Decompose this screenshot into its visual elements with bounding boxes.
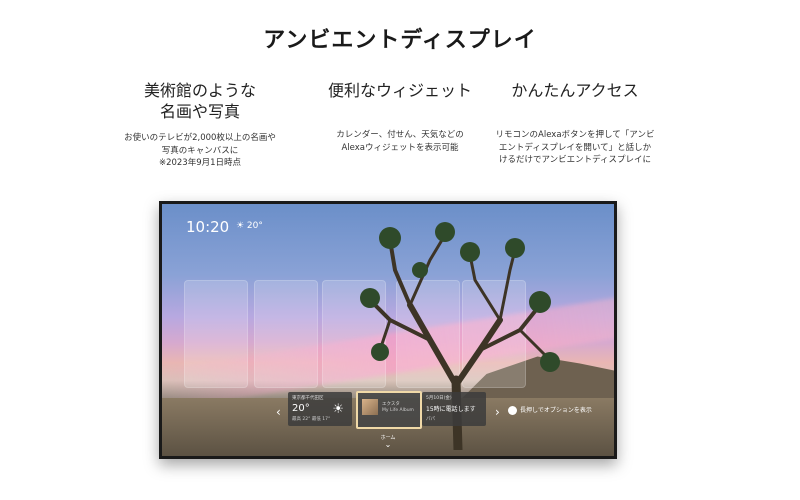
tv-screen: 10:20 ☀ 20° ‹ 東京都千代田区 20° 最高 22° 最低 17° … — [162, 204, 614, 456]
feature-desc-line3: ※2023年9月1日時点 — [158, 158, 242, 168]
feature-art: 美術館のような 名画や写真 お使いのテレビが2,000枚以上の名画や 写真のキャ… — [85, 80, 315, 170]
album-cover — [362, 399, 378, 415]
remote-button-icon — [508, 406, 517, 415]
feature-desc-line1: お使いのテレビが2,000枚以上の名画や — [124, 133, 276, 143]
card-date: 5月10日(金) — [426, 396, 452, 401]
feature-desc-line1: リモコンのAlexaボタンを押して「アンビ — [495, 130, 655, 140]
feature-desc-line2: 写真のキャンバスに — [161, 145, 239, 156]
ghost-widget — [254, 280, 318, 388]
tv-image: 10:20 ☀ 20° ‹ 東京都千代田区 20° 最高 22° 最低 17° … — [159, 201, 617, 459]
option-label: 長押しでオプションを表示 — [520, 407, 592, 414]
feature-desc-line3: けるだけでアンビエントディスプレイに — [498, 155, 652, 165]
option-hint: 長押しでオプションを表示 — [508, 405, 592, 415]
chevron-right-icon[interactable]: › — [495, 405, 500, 419]
feature-title-line2: 名画や写真 — [159, 102, 240, 121]
feature-title-line1: 美術館のような — [143, 81, 256, 100]
feature-desc-line1: カレンダー、付せん、天気などの — [336, 130, 464, 140]
card-sub: パパ — [426, 417, 435, 422]
card-temp: 20° — [292, 403, 310, 414]
ghost-widget — [184, 280, 248, 388]
feature-desc-line2: エントディスプレイを開いて」と話しか — [498, 142, 652, 153]
feature-desc-line2: Alexaウィジェットを表示可能 — [341, 142, 459, 153]
card-location: 東京都千代田区 — [292, 396, 324, 401]
photo-album-card[interactable]: エクスタ My Life Album — [356, 391, 422, 429]
feature-access: かんたんアクセス リモコンのAlexaボタンを押して「アンビ エントディスプレイ… — [460, 80, 690, 167]
clock: 10:20 — [186, 218, 230, 236]
chevron-left-icon[interactable]: ‹ — [276, 405, 281, 419]
sticky-note-card[interactable]: 5月10日(金) 15時に電話します パパ — [422, 392, 486, 426]
weather-card[interactable]: 東京都千代田区 20° 最高 22° 最低 17° ☀ — [288, 392, 352, 426]
card-sub: 最高 22° 最低 17° — [292, 417, 331, 422]
card-title: エクスタ — [382, 402, 400, 407]
page-title: アンビエントディスプレイ — [263, 28, 537, 53]
card-sub: My Life Album — [382, 408, 414, 413]
sun-icon: ☀ — [332, 402, 344, 417]
card-note: 15時に電話します — [426, 406, 476, 413]
weather-readout: ☀ 20° — [236, 221, 263, 231]
chevron-down-icon[interactable]: ⌄ — [162, 440, 614, 449]
feature-title-line1: かんたんアクセス — [511, 81, 639, 100]
